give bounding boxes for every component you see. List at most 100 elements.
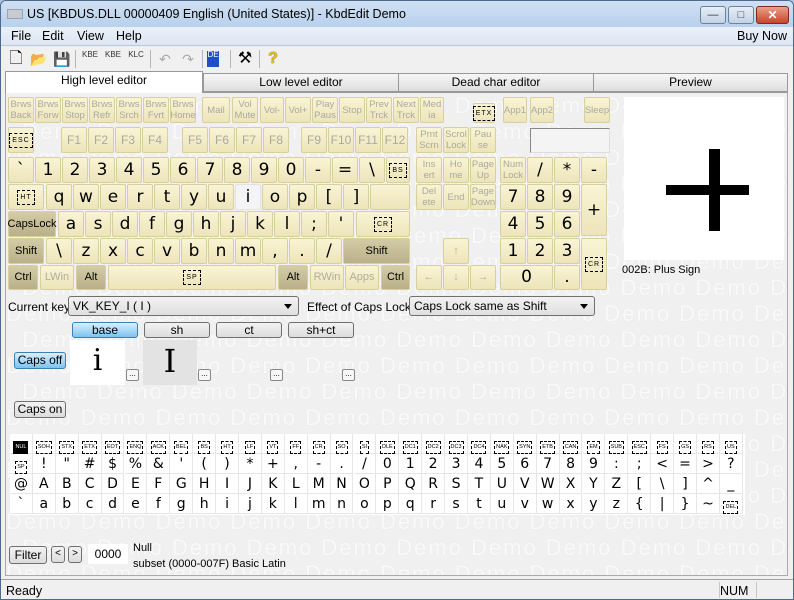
print-screen-key[interactable]: Prnt Scrn: [416, 127, 442, 153]
char-cell[interactable]: ': [170, 454, 194, 474]
backspace-key[interactable]: BS: [386, 157, 410, 183]
maximize-button[interactable]: □: [728, 6, 754, 24]
char-cell[interactable]: n: [330, 494, 354, 514]
char-cell[interactable]: l: [284, 494, 308, 514]
key-f12[interactable]: F12: [382, 127, 408, 153]
key-c[interactable]: c: [127, 238, 153, 264]
char-cell[interactable]: |: [651, 494, 675, 514]
key-e[interactable]: e: [100, 184, 126, 210]
char-cell[interactable]: DC1: [399, 434, 423, 454]
char-cell[interactable]: v: [513, 494, 537, 514]
char-cell[interactable]: EOT: [101, 434, 125, 454]
key-q[interactable]: q: [46, 184, 72, 210]
numpad-key-3[interactable]: 3: [554, 238, 580, 264]
nav-key-home[interactable]: Ho me: [443, 157, 469, 183]
media-key-brwsback[interactable]: Brws Back: [8, 97, 34, 123]
save-icon[interactable]: 💾: [52, 49, 72, 69]
char-cell[interactable]: LF: [239, 434, 262, 454]
key-f6[interactable]: F6: [209, 127, 235, 153]
char-cell[interactable]: p: [376, 494, 400, 514]
base-char-cell[interactable]: i: [70, 340, 125, 385]
char-cell[interactable]: F: [147, 474, 171, 494]
char-cell[interactable]: -: [307, 454, 331, 474]
help-icon[interactable]: ?: [263, 49, 283, 69]
key--[interactable]: \: [359, 157, 385, 183]
char-cell[interactable]: 5: [490, 454, 514, 474]
tab-key[interactable]: HT: [8, 184, 44, 210]
key-s[interactable]: s: [85, 211, 111, 237]
char-cell[interactable]: #: [78, 454, 102, 474]
numpad-key-plus[interactable]: +: [581, 184, 607, 236]
char-cell[interactable]: R: [422, 474, 446, 494]
char-cell[interactable]: t: [468, 494, 491, 514]
close-button[interactable]: ✕: [756, 6, 789, 24]
state-ct-button[interactable]: ct: [216, 322, 282, 338]
caps-effect-select[interactable]: Caps Lock same as Shift: [409, 296, 595, 316]
key-d[interactable]: d: [112, 211, 138, 237]
char-cell[interactable]: STX: [55, 434, 79, 454]
key-8[interactable]: 8: [224, 157, 250, 183]
char-cell[interactable]: =: [674, 454, 697, 474]
key--[interactable]: -: [305, 157, 331, 183]
media-key-brwsforw[interactable]: Brws Forw: [35, 97, 61, 123]
char-cell[interactable]: HT: [216, 434, 239, 454]
key--[interactable]: /: [316, 238, 342, 264]
char-cell[interactable]: ?: [719, 454, 743, 474]
char-cell[interactable]: 6: [513, 454, 537, 474]
media-key-playpaus[interactable]: Play Paus: [312, 97, 338, 123]
char-cell[interactable]: a: [32, 494, 56, 514]
char-cell[interactable]: s: [445, 494, 468, 514]
caps-off-button[interactable]: Caps off: [14, 352, 66, 369]
current-key-select[interactable]: VK_KEY_I ( I ): [68, 296, 299, 316]
key-a[interactable]: a: [58, 211, 84, 237]
media-key-mail[interactable]: Mail: [202, 97, 230, 123]
char-cell[interactable]: SI: [353, 434, 377, 454]
sleep-key[interactable]: Sleep: [584, 97, 610, 123]
char-cell[interactable]: ]: [674, 474, 697, 494]
nav-key-end[interactable]: End: [443, 184, 469, 210]
menu-view[interactable]: View: [77, 29, 104, 43]
media-key-vol-[interactable]: Vol+: [285, 97, 311, 123]
char-cell[interactable]: U: [490, 474, 514, 494]
key-f5[interactable]: F5: [182, 127, 208, 153]
key-f10[interactable]: F10: [328, 127, 354, 153]
key-p[interactable]: p: [289, 184, 315, 210]
char-cell[interactable]: ETB: [536, 434, 560, 454]
minimize-button[interactable]: —: [700, 6, 726, 24]
char-cell[interactable]: /: [353, 454, 377, 474]
key-7[interactable]: 7: [197, 157, 223, 183]
media-key-media[interactable]: Med ia: [420, 97, 444, 123]
char-cell[interactable]: Z: [605, 474, 629, 494]
key-f4[interactable]: F4: [142, 127, 168, 153]
char-cell[interactable]: A: [32, 474, 56, 494]
char-cell[interactable]: {: [628, 494, 652, 514]
buy-now-link[interactable]: Buy Now: [737, 29, 787, 43]
key-k[interactable]: k: [247, 211, 273, 237]
char-cell[interactable]: q: [399, 494, 423, 514]
edit-ctrl-button[interactable]: ...: [270, 369, 283, 381]
char-cell[interactable]: DC2: [422, 434, 446, 454]
char-cell[interactable]: T: [468, 474, 491, 494]
filter-button[interactable]: Filter: [9, 546, 47, 564]
nav-key-pagedown[interactable]: Page Down: [470, 184, 496, 210]
key-w[interactable]: w: [73, 184, 99, 210]
numpad-key-5[interactable]: 5: [527, 211, 553, 237]
key--[interactable]: \: [46, 238, 72, 264]
key-test-field[interactable]: [530, 128, 610, 153]
key-0[interactable]: 0: [278, 157, 304, 183]
char-cell[interactable]: M: [307, 474, 331, 494]
char-cell[interactable]: ,: [284, 454, 308, 474]
key--[interactable]: ]: [343, 184, 369, 210]
key-f2[interactable]: F2: [88, 127, 114, 153]
char-cell[interactable]: Y: [582, 474, 606, 494]
char-cell[interactable]: NUL: [10, 434, 33, 454]
char-cell[interactable]: \: [651, 474, 675, 494]
arrow-up-key[interactable]: ↑: [443, 238, 469, 264]
tab-low-level-editor[interactable]: Low level editor: [203, 73, 399, 92]
redo-icon[interactable]: ↷: [178, 49, 198, 69]
arrow-down-key[interactable]: ↓: [443, 265, 469, 290]
scroll-lock-key[interactable]: Scrol Lock: [443, 127, 469, 153]
numpad-key-7[interactable]: 7: [500, 184, 526, 210]
key--[interactable]: .: [289, 238, 315, 264]
right-ctrl-key[interactable]: Ctrl: [381, 265, 410, 290]
